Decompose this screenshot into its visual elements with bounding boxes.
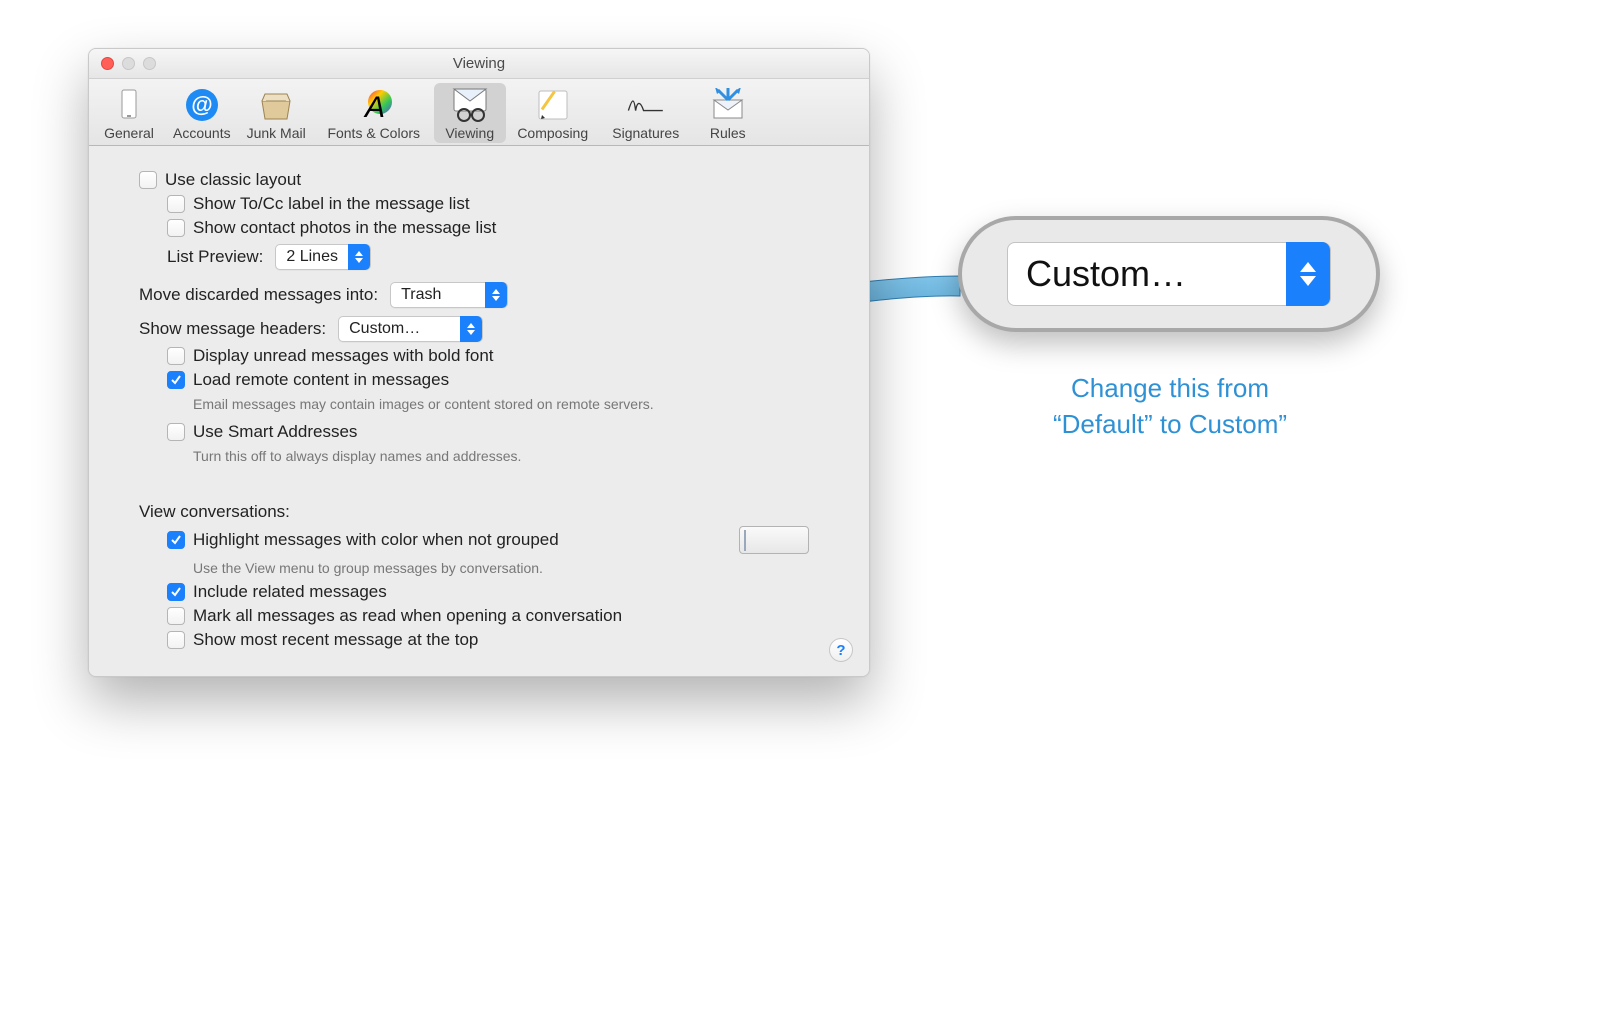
tab-label: Junk Mail [247,125,306,141]
checkbox-include-related[interactable] [167,583,185,601]
option-label: List Preview: [167,247,263,267]
zoom-window-button[interactable] [143,57,156,70]
zoom-popup-value: Custom… [1026,253,1186,295]
checkbox-show-contact-photos[interactable] [167,219,185,237]
viewing-panel: Use classic layout Show To/Cc label in t… [89,146,869,676]
zoom-popup: Custom… [1007,242,1331,306]
tab-label: Viewing [445,125,494,141]
option-show-to-cc: Show To/Cc label in the message list [115,194,843,214]
option-hint: Use the View menu to group messages by c… [193,560,543,576]
move-discarded-popup[interactable]: Trash [390,282,508,308]
conversations-heading: View conversations: [115,502,843,522]
tab-label: Composing [517,125,588,141]
tab-viewing[interactable]: Viewing [434,83,506,143]
checkbox-mark-read[interactable] [167,607,185,625]
option-label: Use Smart Addresses [193,422,357,442]
option-move-discarded: Move discarded messages into: Trash [115,282,843,308]
svg-text:A: A [363,91,385,123]
tab-fonts-colors[interactable]: A Fonts & Colors [314,83,434,143]
caption-line: “Default” to Custom” [980,406,1360,442]
svg-text:@: @ [191,92,212,117]
option-label: Show message headers: [139,319,326,339]
zoom-callout: Custom… [958,216,1380,332]
show-headers-popup[interactable]: Custom… [338,316,483,342]
option-label: Move discarded messages into: [139,285,378,305]
option-use-classic-layout: Use classic layout [115,170,843,190]
fonts-colors-icon: A [354,87,394,123]
popup-value: Custom… [349,320,420,338]
signatures-icon [626,87,666,123]
option-label: Show To/Cc label in the message list [193,194,470,214]
option-show-headers: Show message headers: Custom… [115,316,843,342]
tab-label: Rules [710,125,746,141]
general-icon [109,87,149,123]
composing-icon [533,87,573,123]
option-recent-top: Show most recent message at the top [115,630,843,650]
stepper-icon [460,316,482,342]
option-mark-read: Mark all messages as read when opening a… [115,606,843,626]
option-list-preview: List Preview: 2 Lines [115,244,843,270]
window-controls [89,57,156,70]
checkbox-load-remote[interactable] [167,371,185,389]
checkbox-display-bold[interactable] [167,347,185,365]
checkbox-show-to-cc[interactable] [167,195,185,213]
tab-rules[interactable]: Rules [692,83,764,143]
stepper-icon [485,282,507,308]
highlight-color-well[interactable] [739,526,809,554]
tab-composing[interactable]: Composing [506,83,600,143]
junk-mail-icon [256,87,296,123]
preferences-toolbar: General @ Accounts Junk Mail A Fonts & C [89,79,869,146]
checkbox-highlight-color[interactable] [167,531,185,549]
checkbox-use-classic-layout[interactable] [139,171,157,189]
tab-junk-mail[interactable]: Junk Mail [239,83,314,143]
load-remote-hint-row: Email messages may contain images or con… [115,394,843,412]
popup-value: Trash [401,286,441,304]
minimize-window-button[interactable] [122,57,135,70]
smart-addresses-hint-row: Turn this off to always display names an… [115,446,843,464]
window-title: Viewing [89,55,869,72]
tab-label: Accounts [173,125,231,141]
tab-general[interactable]: General [93,83,165,143]
tab-label: Fonts & Colors [327,125,420,141]
popup-value: 2 Lines [286,248,338,266]
accounts-icon: @ [182,87,222,123]
option-smart-addresses: Use Smart Addresses [115,422,843,442]
option-label: Use classic layout [165,170,301,190]
highlight-hint-row: Use the View menu to group messages by c… [115,558,843,576]
option-label: Mark all messages as read when opening a… [193,606,622,626]
option-include-related: Include related messages [115,582,843,602]
option-display-bold: Display unread messages with bold font [115,346,843,366]
preferences-window: Viewing General @ Accounts Junk Mail [88,48,870,677]
option-label: Load remote content in messages [193,370,449,390]
option-show-contact-photos: Show contact photos in the message list [115,218,843,238]
checkbox-recent-top[interactable] [167,631,185,649]
tab-signatures[interactable]: Signatures [600,83,692,143]
help-button[interactable]: ? [829,638,853,662]
option-hint: Turn this off to always display names an… [193,448,521,464]
tab-accounts[interactable]: @ Accounts [165,83,239,143]
option-highlight-color: Highlight messages with color when not g… [115,526,843,554]
stepper-icon [1286,242,1330,306]
option-label: Include related messages [193,582,387,602]
list-preview-popup[interactable]: 2 Lines [275,244,371,270]
close-window-button[interactable] [101,57,114,70]
option-label: Display unread messages with bold font [193,346,494,366]
tab-label: General [104,125,154,141]
callout-caption: Change this from “Default” to Custom” [980,370,1360,443]
tab-label: Signatures [612,125,679,141]
viewing-icon [450,87,490,123]
checkbox-smart-addresses[interactable] [167,423,185,441]
rules-icon [708,87,748,123]
stepper-icon [348,244,370,270]
option-hint: Email messages may contain images or con… [193,396,654,412]
option-load-remote: Load remote content in messages [115,370,843,390]
option-label: Show most recent message at the top [193,630,478,650]
option-label: Show contact photos in the message list [193,218,496,238]
titlebar: Viewing [89,49,869,79]
caption-line: Change this from [980,370,1360,406]
option-label: Highlight messages with color when not g… [193,530,559,550]
